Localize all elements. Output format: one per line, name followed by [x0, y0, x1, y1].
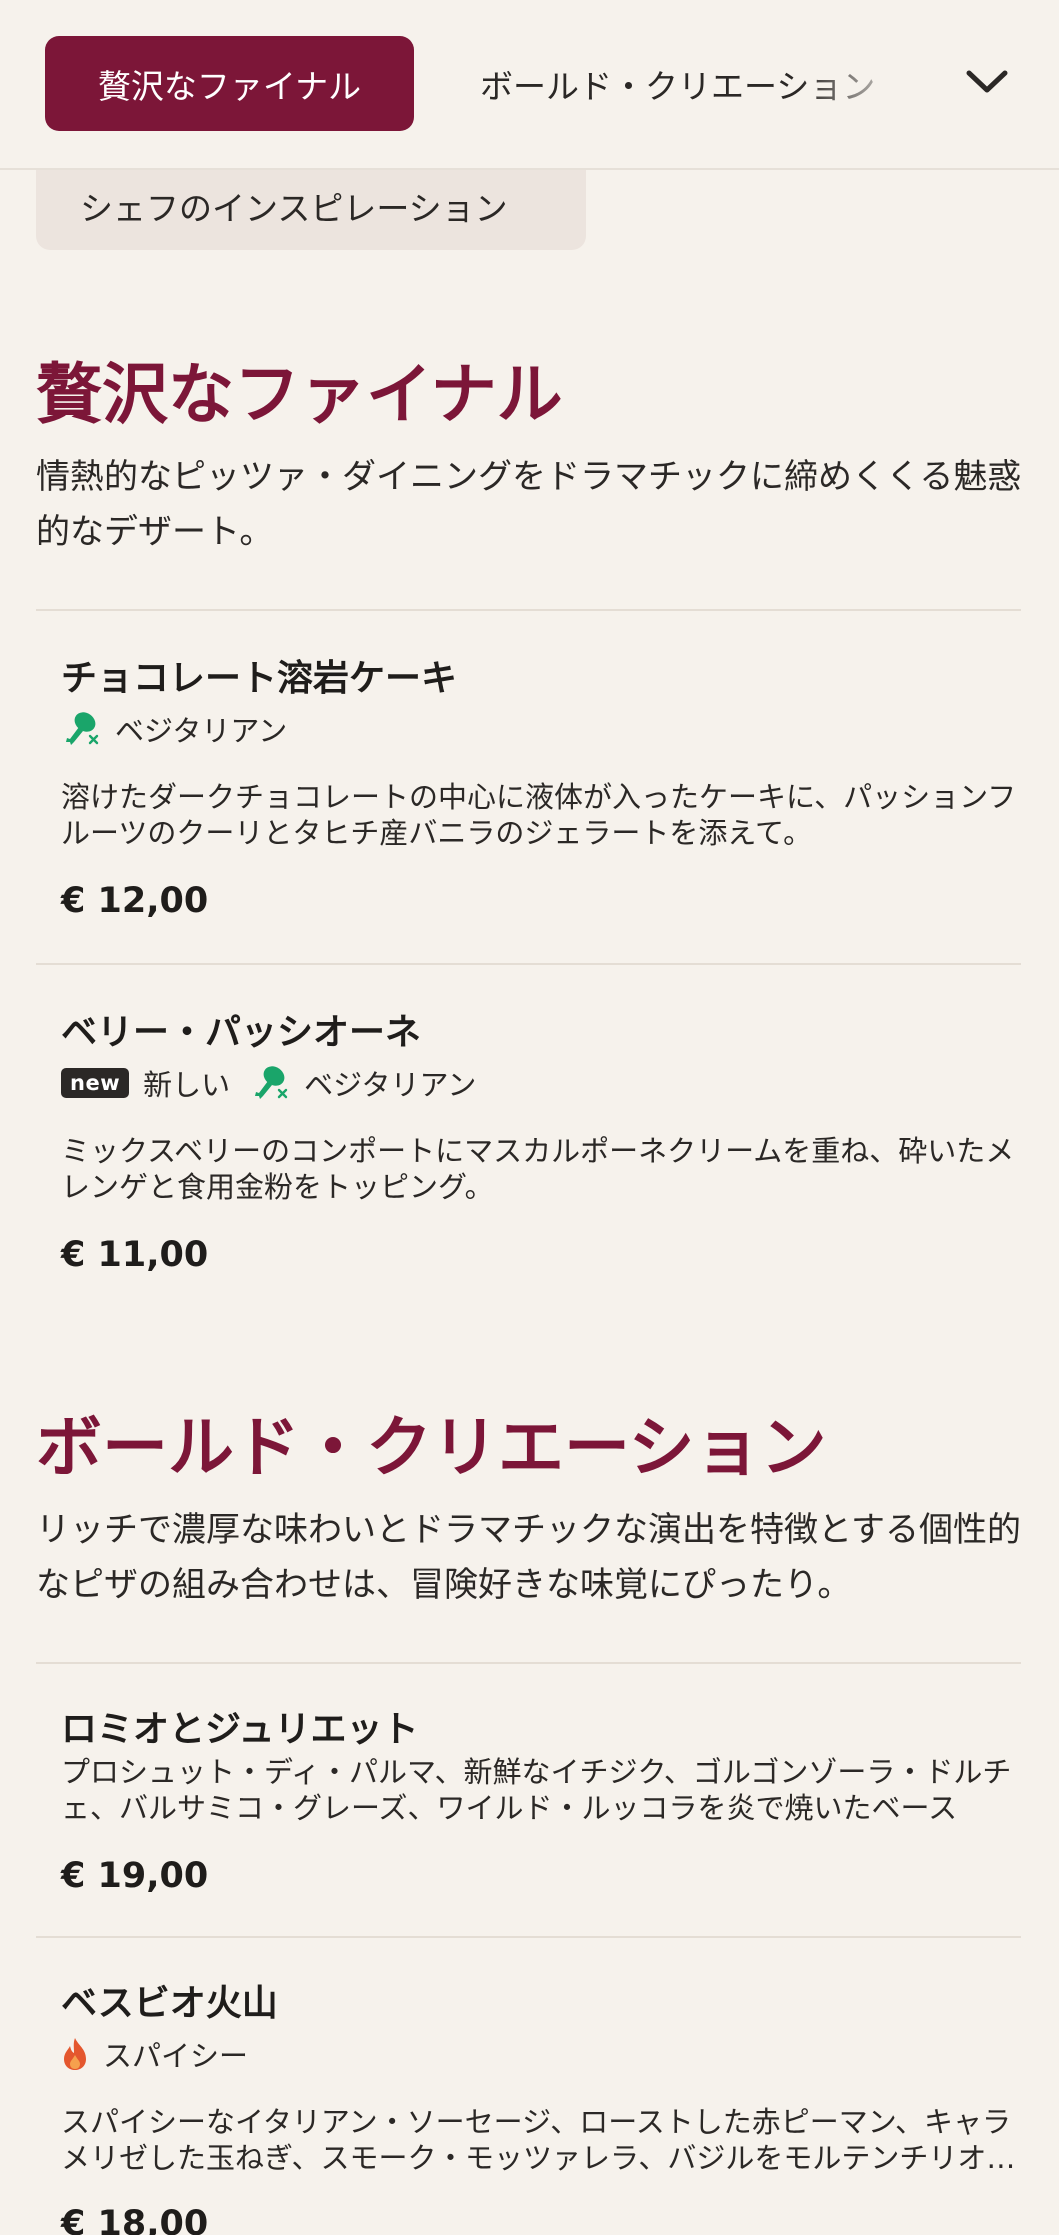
- tag-label: スパイシー: [103, 2039, 249, 2073]
- tag-vegetarian: ベジタリアン: [61, 708, 287, 750]
- category-nav: 贅沢なファイナル ボールド・クリエーション: [0, 0, 1059, 170]
- item-tags: new 新しい ベジタリアン: [61, 1061, 476, 1105]
- item-name: ベスビオ火山: [61, 1983, 278, 2024]
- item-name: ロミオとジュリエット: [61, 1709, 419, 1750]
- menu-item[interactable]: ベリー・パッシオーネ new 新しい ベジタリアン ミックスベリーのコンポートに…: [36, 965, 1021, 1295]
- section-description-luxury-finale: 情熱的なピッツァ・ダイニングをドラマチックに締めくくる魅惑的なデザート。: [36, 457, 1022, 552]
- tag-label: 新しい: [143, 1068, 231, 1102]
- tag-spicy: スパイシー: [61, 2033, 248, 2075]
- tag-label: ベジタリアン: [115, 714, 288, 748]
- new-badge: new: [61, 1068, 130, 1098]
- tag-vegetarian: ベジタリアン: [250, 1062, 476, 1104]
- section-description-bold-creations: リッチで濃厚な味わいとドラマチックな演出を特徴とする個性的なピザの組み合わせは、…: [36, 1510, 1021, 1605]
- chevron-down-icon: [966, 70, 1008, 93]
- item-price: € 12,00: [61, 881, 209, 921]
- menu-page: シェフのインスピレーション 贅沢なファイナル ボールド・クリエーション 贅沢なフ…: [0, 0, 1059, 2235]
- category-tab-luxury-finale[interactable]: 贅沢なファイナル: [45, 36, 414, 131]
- vegetarian-icon: [66, 712, 99, 745]
- section-title-bold-creations: ボールド・クリエーション: [36, 1409, 827, 1486]
- item-description: ミックスベリーのコンポートにマスカルポーネクリームを重ね、砕いたメレンゲと食用金…: [61, 1134, 1015, 1204]
- menu-item[interactable]: ベスビオ火山 スパイシー スパイシーなイタリアン・ソーセージ、ローストした赤ピー…: [36, 1938, 1021, 2235]
- item-name: チョコレート溶岩ケーキ: [61, 658, 458, 699]
- vegetarian-icon: [255, 1066, 288, 1099]
- item-description: スパイシーなイタリアン・ソーセージ、ローストした赤ピーマン、キャラメリゼした玉ね…: [61, 2105, 1016, 2175]
- tag-new: new 新しい: [61, 1062, 230, 1104]
- item-description: プロシュット・ディ・パルマ、新鮮なイチジク、ゴルゴンゾーラ・ドルチェ、バルサミコ…: [61, 1755, 1012, 1825]
- expand-categories-button[interactable]: [955, 50, 1019, 114]
- menu-item[interactable]: ロミオとジュリエット プロシュット・ディ・パルマ、新鮮なイチジク、ゴルゴンゾーラ…: [36, 1664, 1021, 1936]
- item-description: 溶けたダークチョコレートの中心に液体が入ったケーキに、パッションフルーツのクーリ…: [61, 780, 1017, 850]
- item-price: € 19,00: [61, 1856, 209, 1896]
- scroll-fade: [800, 20, 940, 150]
- menu-item[interactable]: チョコレート溶岩ケーキ ベジタリアン 溶けたダークチョコレートの中心に液体が入っ…: [36, 611, 1021, 963]
- item-tags: ベジタリアン: [61, 707, 287, 751]
- section-title-luxury-finale: 贅沢なファイナル: [36, 356, 563, 433]
- tag-label: ベジタリアン: [304, 1068, 477, 1102]
- item-price: € 11,00: [61, 1235, 209, 1275]
- flame-icon: [64, 2038, 86, 2070]
- item-name: ベリー・パッシオーネ: [61, 1012, 422, 1053]
- item-tags: スパイシー: [61, 2032, 248, 2076]
- item-price: € 18,00: [61, 2204, 209, 2235]
